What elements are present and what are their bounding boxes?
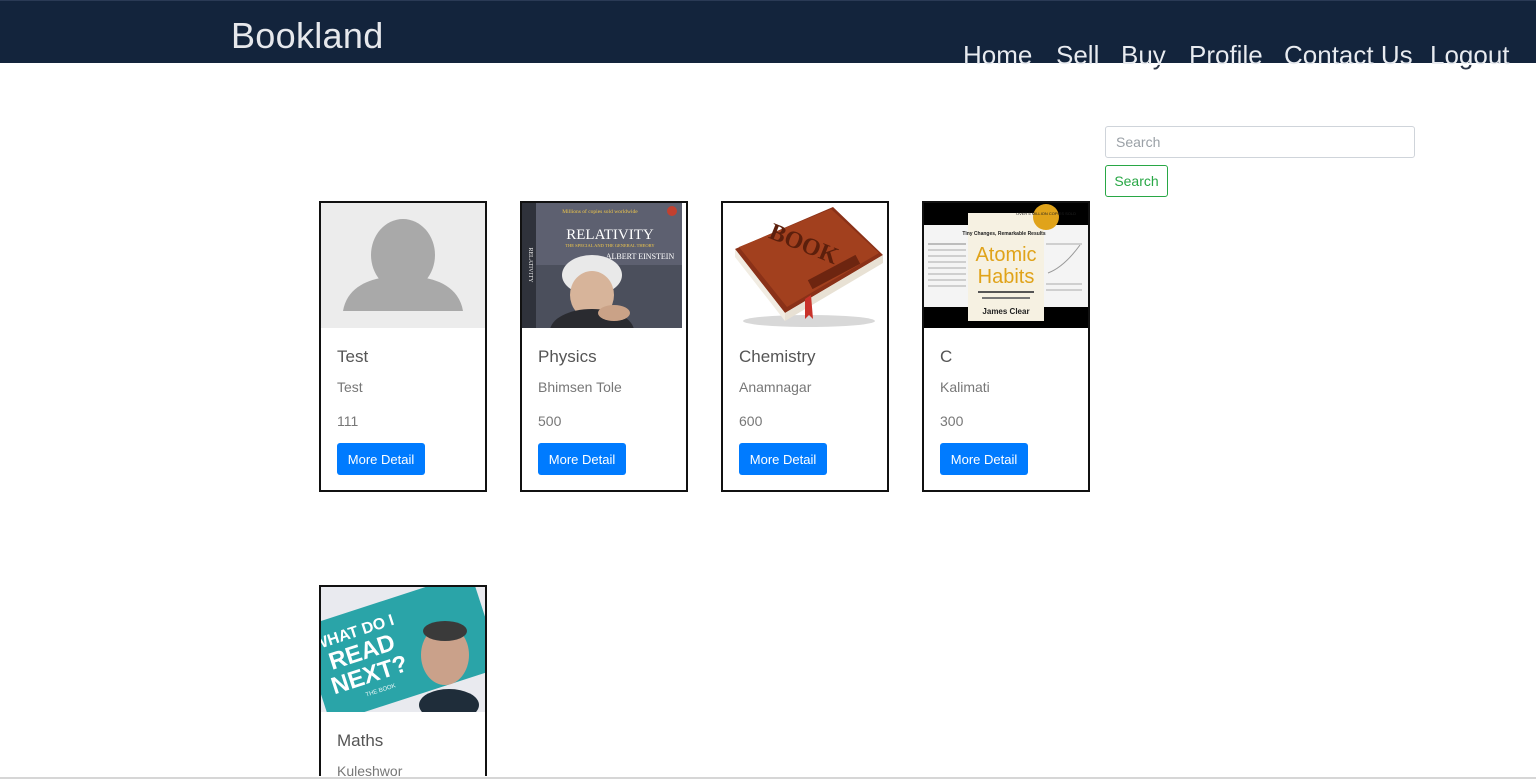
atomic-habits-cover-art: OVER 5 MILLION COPIES SOLD Tiny Changes,… <box>924 204 1088 321</box>
cover-author-text: ALBERT EINSTEIN <box>606 252 675 261</box>
search-button[interactable]: Search <box>1105 165 1168 197</box>
book-price: 500 <box>538 413 562 429</box>
book-card: Test Test 111 More Detail <box>319 201 487 492</box>
book-card: Millions of copies sold worldwide RELATI… <box>520 201 688 492</box>
book-price: 600 <box>739 413 763 429</box>
book-card: WHAT DO I READ NEXT? THE BOOK Maths Kule… <box>319 585 487 776</box>
brown-book-art: BOOK <box>735 207 883 327</box>
more-detail-button[interactable]: More Detail <box>940 443 1028 475</box>
cover-tagline-text: Tiny Changes, Remarkable Results <box>962 231 1045 237</box>
book-title: Test <box>337 347 369 366</box>
cover-spine-text: RELATIVITY <box>527 248 533 284</box>
book-location: Anamnagar <box>739 379 812 395</box>
nav-contact-us[interactable]: Contact Us <box>1284 38 1413 72</box>
book-location: Kuleshwor <box>337 763 403 776</box>
nav-home[interactable]: Home <box>963 38 1032 72</box>
book-cover-image: WHAT DO I READ NEXT? THE BOOK <box>321 587 485 712</box>
nav-profile[interactable]: Profile <box>1189 38 1263 72</box>
cover-title-line2: Habits <box>978 266 1035 288</box>
cover-subtitle-text: THE SPECIAL AND THE GENERAL THEORY <box>565 243 655 248</box>
book-location: Kalimati <box>940 379 990 395</box>
cover-title-text: RELATIVITY <box>566 227 654 243</box>
book-card: BOOK Chemistry Anamnagar 600 More Detail <box>721 201 889 492</box>
book-cover-image: BOOK <box>723 203 887 328</box>
nav-logout[interactable]: Logout <box>1430 38 1510 72</box>
book-cover-image: OVER 5 MILLION COPIES SOLD Tiny Changes,… <box>924 203 1088 328</box>
book-cover-image: Millions of copies sold worldwide RELATI… <box>522 203 686 328</box>
book-card: OVER 5 MILLION COPIES SOLD Tiny Changes,… <box>922 201 1090 492</box>
nav-sell[interactable]: Sell <box>1056 38 1099 72</box>
book-location: Bhimsen Tole <box>538 379 622 395</box>
cover-badge-text: OVER 5 MILLION COPIES SOLD <box>1016 211 1076 216</box>
read-next-cover-art: WHAT DO I READ NEXT? THE BOOK <box>321 587 485 712</box>
book-title: Physics <box>538 347 597 366</box>
book-price: 111 <box>337 413 359 429</box>
nav-buy[interactable]: Buy <box>1121 38 1166 72</box>
cover-title-line1: Atomic <box>975 244 1036 266</box>
book-image-placeholder <box>321 203 485 328</box>
book-location: Test <box>337 379 363 395</box>
relativity-cover-art: Millions of copies sold worldwide RELATI… <box>522 203 682 328</box>
more-detail-button[interactable]: More Detail <box>337 443 425 475</box>
book-price: 300 <box>940 413 964 429</box>
search-input[interactable] <box>1105 126 1415 158</box>
more-detail-button[interactable]: More Detail <box>739 443 827 475</box>
cover-top-text: Millions of copies sold worldwide <box>562 208 638 215</box>
cover-author-text: James Clear <box>982 307 1029 316</box>
book-title: Maths <box>337 731 384 750</box>
book-title: Chemistry <box>739 347 816 366</box>
more-detail-button[interactable]: More Detail <box>538 443 626 475</box>
brand-logo[interactable]: Bookland <box>231 15 384 57</box>
book-title: C <box>940 347 953 366</box>
person-icon <box>343 219 463 311</box>
